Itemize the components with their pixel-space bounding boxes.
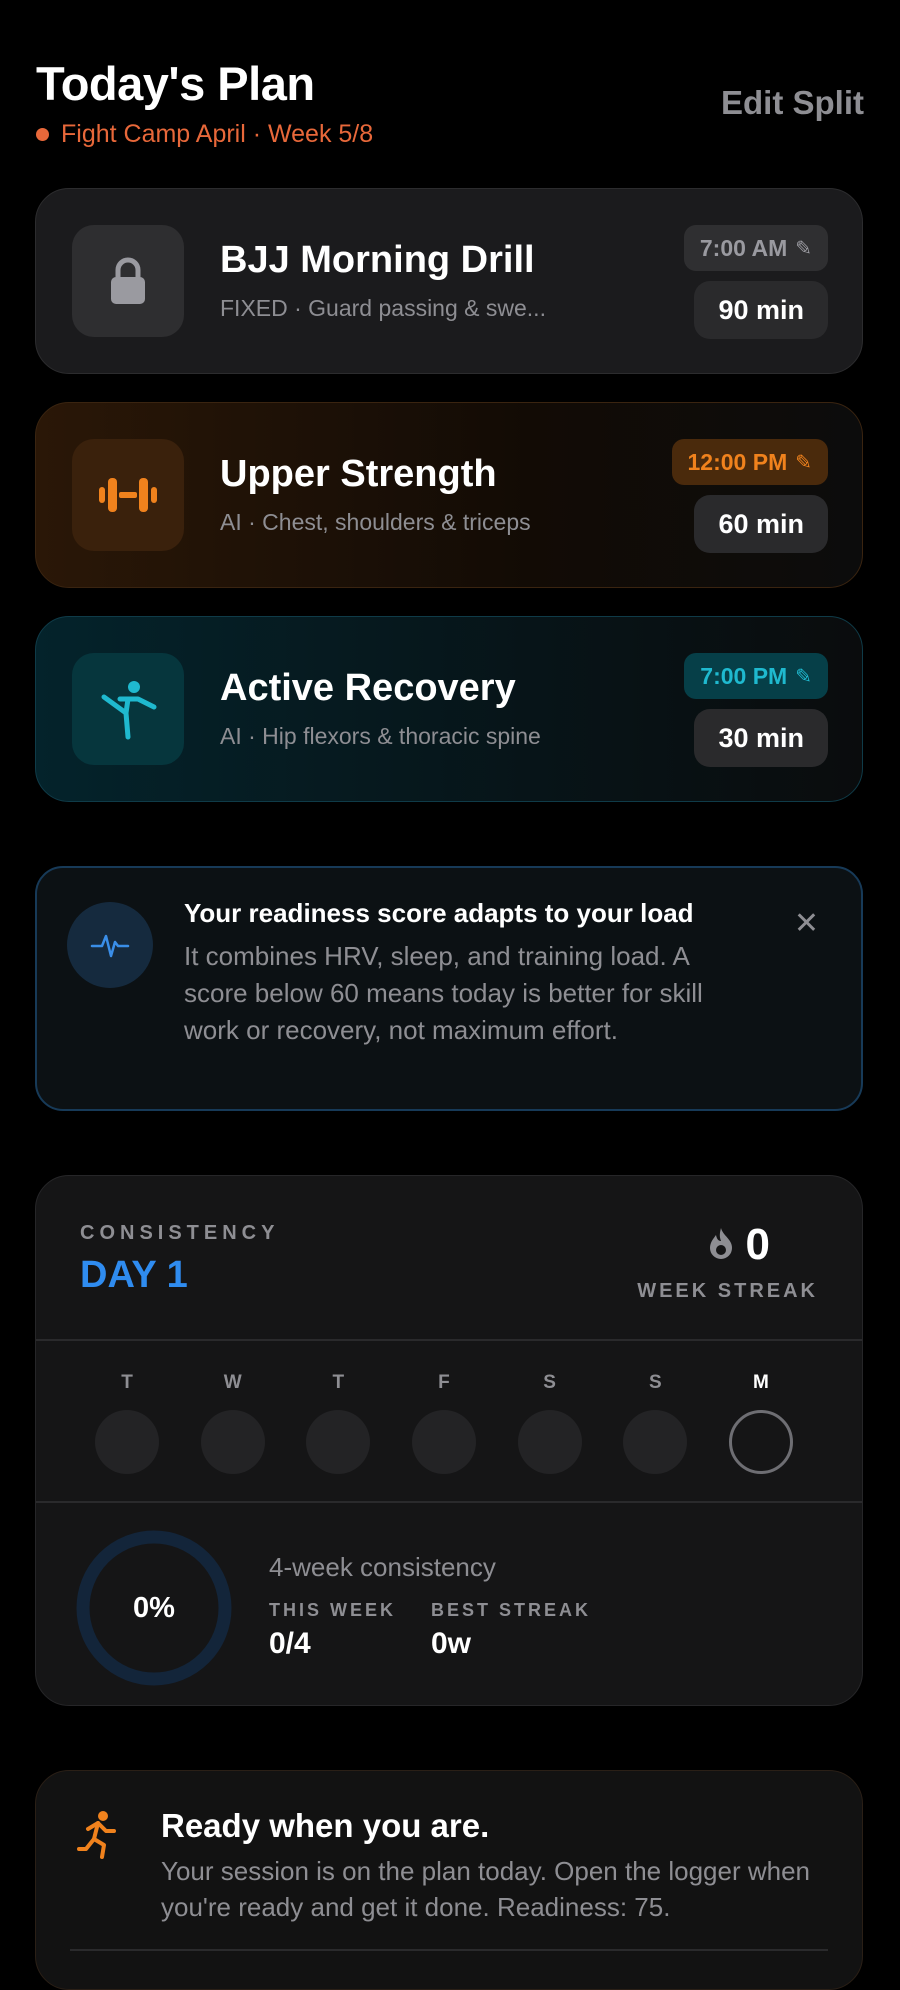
session-time: 12:00 PM xyxy=(687,448,788,475)
session-time-button[interactable]: 7:00 PM ✎ xyxy=(684,653,828,699)
pencil-icon: ✎ xyxy=(795,665,812,688)
info-title: Your readiness score adapts to your load xyxy=(184,898,694,928)
divider xyxy=(70,1949,828,1951)
day-indicator xyxy=(517,1410,582,1474)
day-letter: W xyxy=(223,1372,242,1393)
day-wednesday: W xyxy=(200,1372,266,1474)
week-days-row: T W T F S S M xyxy=(94,1372,794,1474)
four-week-label: 4-week consistency xyxy=(269,1552,496,1582)
camp-dot-icon xyxy=(36,128,49,141)
week-streak: 0 xyxy=(708,1220,770,1270)
day-saturday: S xyxy=(517,1372,583,1474)
day-indicator xyxy=(95,1410,159,1474)
camp-subtitle: Fight Camp April · Week 5/8 xyxy=(36,120,373,149)
edit-split-button[interactable]: Edit Split xyxy=(721,84,864,122)
ready-body: Your session is on the plan today. Open … xyxy=(161,1856,810,1922)
ready-card[interactable]: Ready when you are. Your session is on t… xyxy=(35,1770,863,1990)
page-title: Today's Plan xyxy=(36,57,315,110)
session-description: FIXED · Guard passing & swe... xyxy=(220,295,546,321)
best-streak-value: 0w xyxy=(431,1627,472,1660)
this-week-stat: THIS WEEK 0/4 xyxy=(269,1600,396,1661)
stretch-figure-icon xyxy=(72,653,184,765)
day-letter: M xyxy=(753,1372,769,1393)
day-indicator xyxy=(623,1410,688,1474)
heartbeat-icon xyxy=(67,902,153,988)
session-name: BJJ Morning Drill xyxy=(220,239,535,281)
pencil-icon: ✎ xyxy=(795,451,812,474)
session-time: 7:00 PM xyxy=(700,662,788,689)
session-name: Upper Strength xyxy=(220,453,497,495)
pencil-icon: ✎ xyxy=(795,237,812,260)
day-letter: S xyxy=(543,1372,556,1393)
camp-subtitle-text: Fight Camp April · Week 5/8 xyxy=(61,120,374,148)
session-duration-button[interactable]: 90 min xyxy=(694,281,828,339)
day-monday-today: M xyxy=(728,1372,794,1474)
session-time-button[interactable]: 7:00 AM ✎ xyxy=(683,225,828,271)
day-indicator xyxy=(200,1410,265,1474)
day-tuesday: T xyxy=(94,1372,160,1474)
day-indicator xyxy=(411,1410,476,1474)
consistency-day: DAY 1 xyxy=(80,1254,188,1296)
ready-title: Ready when you are. xyxy=(161,1807,490,1844)
streak-label: WEEK STREAK xyxy=(637,1280,818,1302)
divider xyxy=(36,1501,862,1503)
session-duration-button[interactable]: 30 min xyxy=(694,709,828,767)
session-card-bjj[interactable]: BJJ Morning Drill FIXED · Guard passing … xyxy=(35,188,863,374)
session-time-button[interactable]: 12:00 PM ✎ xyxy=(671,439,828,485)
session-name: Active Recovery xyxy=(220,667,516,709)
runner-icon xyxy=(76,1809,120,1864)
session-description: AI · Chest, shoulders & triceps xyxy=(220,509,531,535)
consistency-card: CONSISTENCY DAY 1 0 WEEK STREAK T W T F xyxy=(35,1175,863,1706)
lock-icon xyxy=(72,225,184,337)
streak-value: 0 xyxy=(745,1220,770,1269)
this-week-label: THIS WEEK xyxy=(269,1600,397,1620)
flame-icon xyxy=(708,1226,734,1265)
best-streak-stat: BEST STREAK 0w xyxy=(431,1600,591,1661)
day-letter: S xyxy=(648,1372,662,1393)
day-friday: F xyxy=(411,1372,477,1474)
dumbbell-icon xyxy=(72,439,184,551)
ring-percent: 0% xyxy=(133,1591,175,1624)
consistency-label: CONSISTENCY xyxy=(80,1222,280,1244)
day-letter: F xyxy=(438,1372,450,1393)
day-indicator xyxy=(306,1410,371,1474)
session-card-active-recovery[interactable]: Active Recovery AI · Hip flexors & thora… xyxy=(35,616,863,802)
session-card-upper-strength[interactable]: Upper Strength AI · Chest, shoulders & t… xyxy=(35,402,863,588)
day-sunday: S xyxy=(622,1372,688,1474)
day-thursday: T xyxy=(305,1372,371,1474)
close-icon[interactable]: ✕ xyxy=(794,906,819,941)
consistency-ring: 0% xyxy=(74,1528,234,1688)
readiness-info-card: Your readiness score adapts to your load… xyxy=(35,866,863,1111)
day-letter: T xyxy=(121,1372,133,1393)
session-time: 7:00 AM xyxy=(699,234,788,261)
session-description: AI · Hip flexors & thoracic spine xyxy=(220,723,541,749)
day-letter: T xyxy=(332,1372,345,1393)
info-body: It combines HRV, sleep, and training loa… xyxy=(184,941,703,1045)
divider xyxy=(36,1339,862,1341)
best-streak-label: BEST STREAK xyxy=(431,1600,592,1620)
session-duration-button[interactable]: 60 min xyxy=(694,495,828,553)
day-indicator-today xyxy=(728,1410,793,1474)
this-week-value: 0/4 xyxy=(269,1627,311,1660)
